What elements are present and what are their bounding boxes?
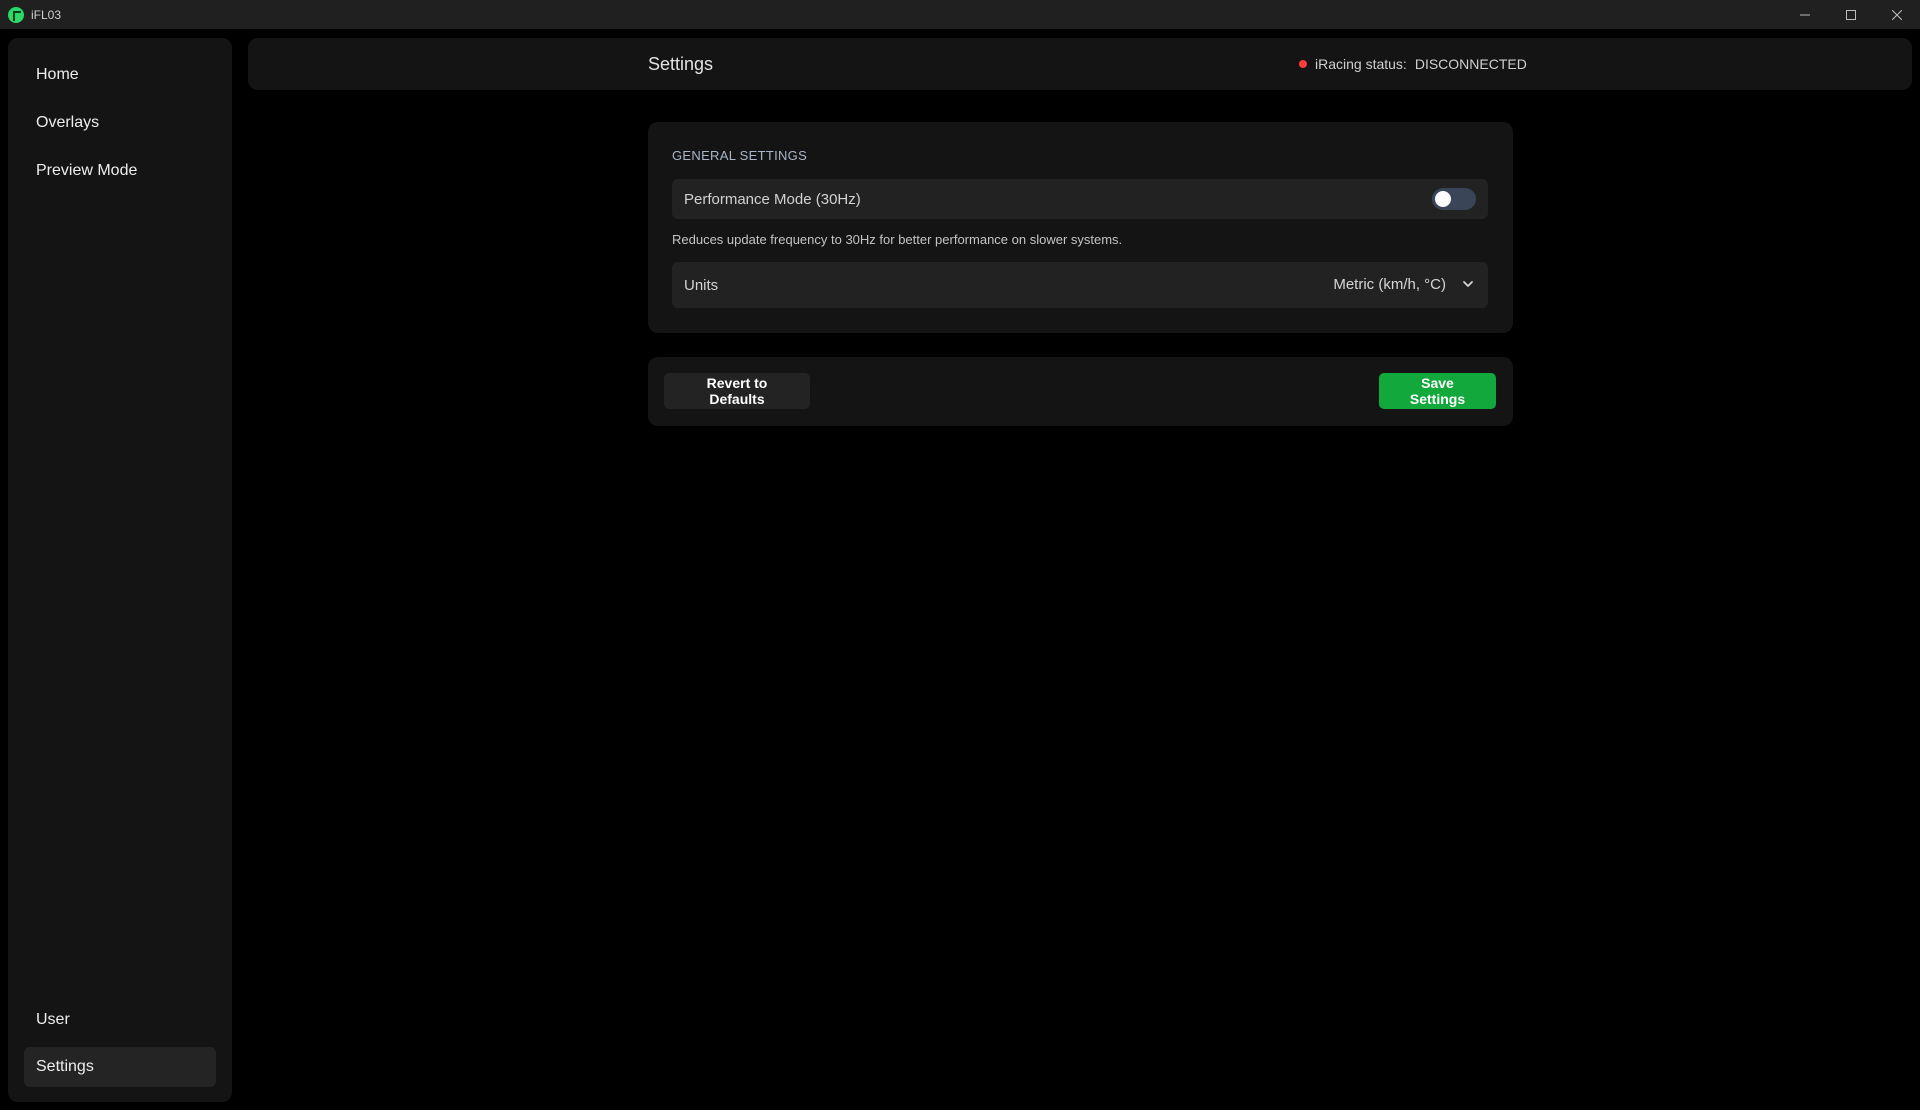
performance-mode-toggle[interactable] [1432, 188, 1476, 210]
actions-card: Revert to Defaults Save Settings [648, 357, 1513, 426]
units-select[interactable]: Units Metric (km/h, °C) [672, 262, 1488, 308]
app-logo-icon [8, 6, 24, 23]
maximize-button[interactable] [1828, 0, 1874, 29]
page-title: Settings [648, 54, 714, 74]
maximize-icon [1846, 9, 1856, 20]
status-value: DISCONNECTED [1414, 56, 1527, 72]
minimize-button[interactable] [1782, 0, 1828, 29]
sidebar: Home Overlays Preview Mode User Settings [8, 38, 232, 1102]
sidebar-item-preview-mode[interactable]: Preview Mode [24, 151, 216, 191]
window-title: iFL03 [31, 7, 62, 22]
sidebar-item-label: Home [36, 66, 79, 83]
iracing-status: iRacing status: DISCONNECTED [1299, 56, 1527, 72]
minimize-icon [1800, 14, 1810, 15]
title-bar: iFL03 [0, 0, 1920, 29]
close-icon [1892, 9, 1902, 20]
performance-mode-row: Performance Mode (30Hz) [672, 179, 1488, 219]
sidebar-item-label: User [36, 1011, 70, 1028]
close-button[interactable] [1874, 0, 1920, 29]
chevron-down-icon [1463, 281, 1473, 287]
sidebar-item-overlays[interactable]: Overlays [24, 103, 216, 143]
sidebar-item-label: Overlays [36, 114, 100, 131]
page-header: Settings iRacing status: DISCONNECTED [248, 38, 1912, 90]
performance-mode-help: Reduces update frequency to 30Hz for bet… [672, 232, 1123, 247]
window-controls [1782, 0, 1920, 29]
revert-to-defaults-button[interactable]: Revert to Defaults [664, 373, 810, 409]
status-dot-icon [1299, 60, 1307, 68]
sidebar-item-label: Preview Mode [36, 162, 138, 179]
section-heading: GENERAL SETTINGS [672, 148, 808, 163]
units-label: Units [684, 276, 719, 294]
sidebar-item-label: Settings [36, 1058, 94, 1075]
save-settings-button[interactable]: Save Settings [1379, 373, 1496, 409]
sidebar-item-settings[interactable]: Settings [24, 1047, 216, 1087]
toggle-knob [1435, 191, 1451, 207]
status-label: iRacing status: [1315, 56, 1407, 72]
sidebar-item-user[interactable]: User [24, 1000, 216, 1040]
performance-mode-label: Performance Mode (30Hz) [684, 190, 861, 208]
general-settings-card: GENERAL SETTINGS Performance Mode (30Hz)… [648, 122, 1513, 333]
sidebar-item-home[interactable]: Home [24, 55, 216, 95]
units-value: Metric (km/h, °C) [1333, 276, 1446, 293]
